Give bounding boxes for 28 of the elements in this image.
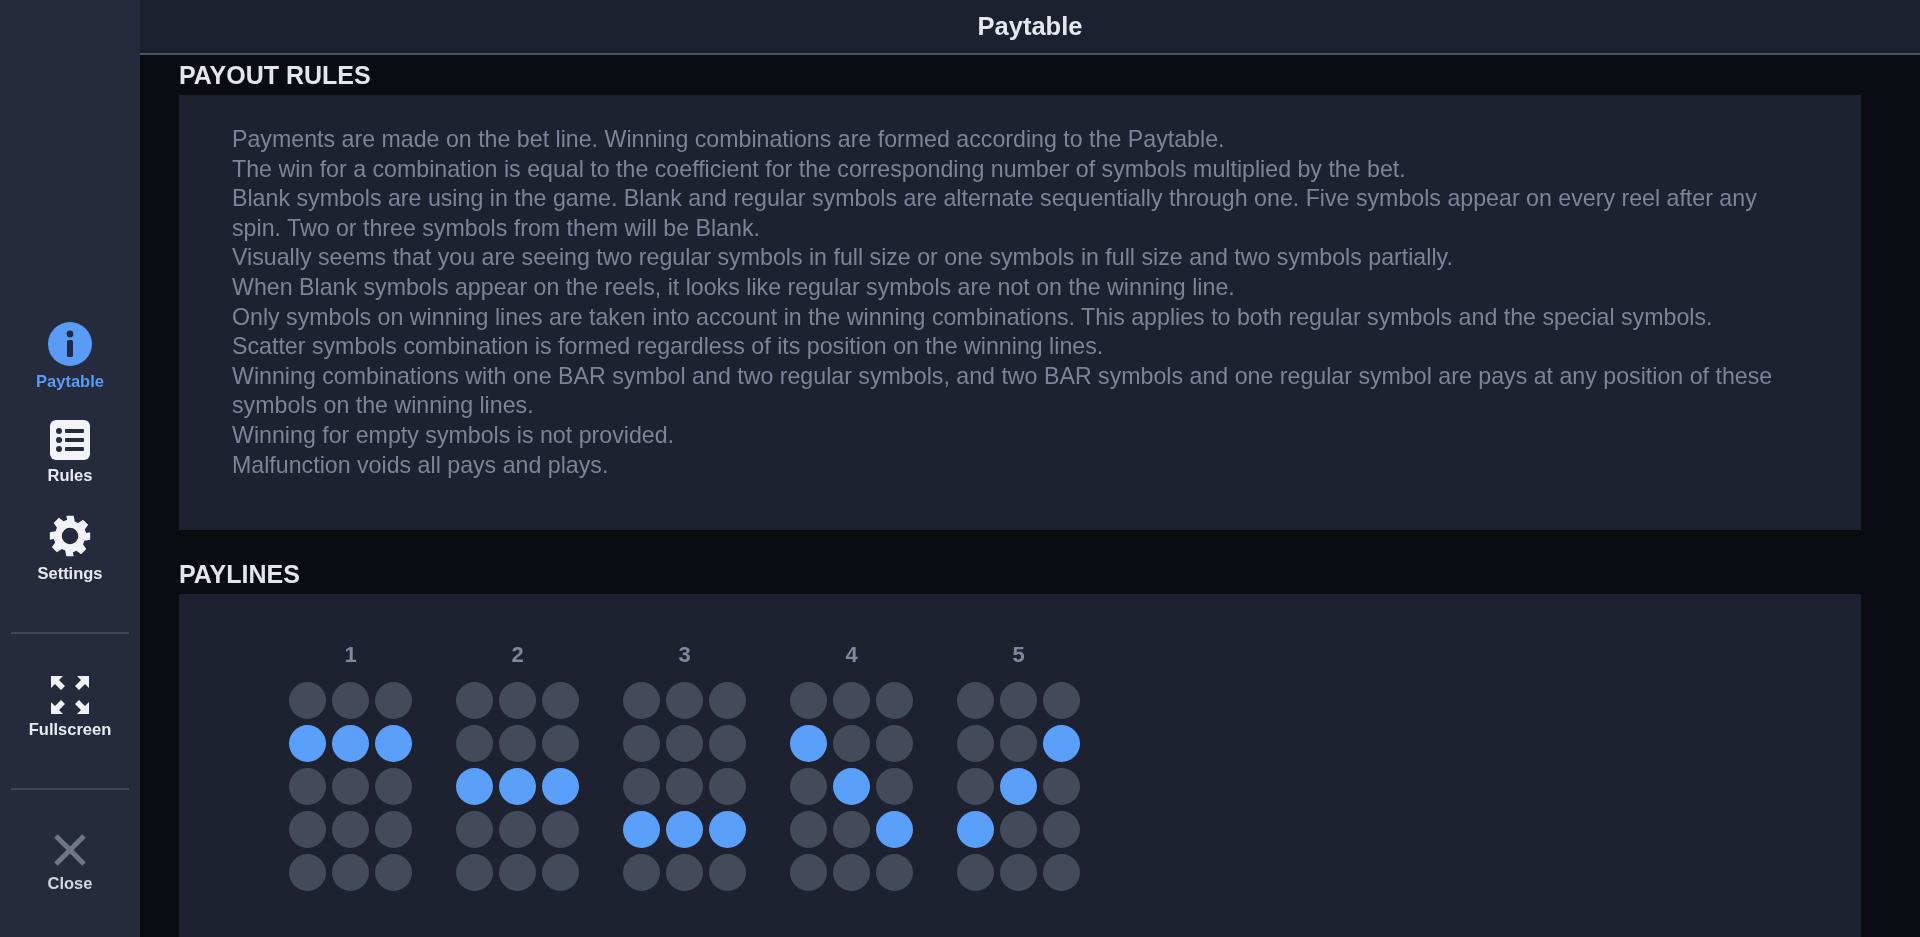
rule-text: The win for a combination is equal to the coefficient for the corresponding number of symbols multiplied by the bet. [232, 154, 1407, 184]
rule-text: Malfunction voids all pays and plays. [232, 450, 610, 480]
rule-text: Winning combinations with one BAR symbol and two regular symbols, and two BAR symbols and one regular symbol are pays at any position of these symbols on the winning lines. [232, 361, 1774, 421]
payline-number: 5 [1012, 642, 1025, 669]
payline-number: 3 [678, 642, 691, 669]
window-title: Paytable [977, 12, 1083, 41]
rule-text: When Blank symbols appear on the reels, it looks like regular symbols are not on the winning line. [232, 272, 1236, 302]
sidebar-item[interactable]: Fullscreen [28, 676, 112, 739]
rule-text: Visually seems that you are seeing two regular symbols in full size or one symbols in full size and two symbols partially. [232, 243, 1454, 273]
payline-number: 1 [344, 642, 357, 669]
sidebar-item[interactable]: Close [47, 832, 93, 893]
rule-text: Winning for empty symbols is not provided. [232, 420, 676, 450]
rule-text: Payments are made on the bet line. Winning combinations are formed according to the Paytable. [232, 125, 1226, 154]
rule-text: Blank symbols are using in the game. Blank and regular symbols are alternate sequentially through one. Five symbols appear on every reel after any spin. Two or three symbols from them will be Blank. [232, 184, 1758, 243]
info-icon [48, 322, 92, 366]
payline-number: 2 [511, 642, 524, 669]
fullscreen-icon [51, 676, 89, 714]
list-icon [50, 420, 90, 460]
sidebar-item[interactable]: Settings [37, 514, 103, 583]
rule-text: Scatter symbols combination is formed regardless of its position on the winning lines. [232, 332, 1105, 362]
rule-text: Only symbols on winning lines are taken into account in the winning combinations. This applies to both regular symbols and the special symbols. [232, 302, 1714, 332]
settings-icon [48, 514, 92, 558]
section-heading: PAYLINES [179, 560, 301, 589]
sidebar-item[interactable]: Paytable [36, 322, 104, 391]
section-heading: PAYOUT RULES [179, 61, 372, 89]
sidebar-item[interactable]: Rules [47, 420, 93, 485]
payline-number: 4 [845, 642, 858, 669]
close-icon [52, 832, 88, 868]
